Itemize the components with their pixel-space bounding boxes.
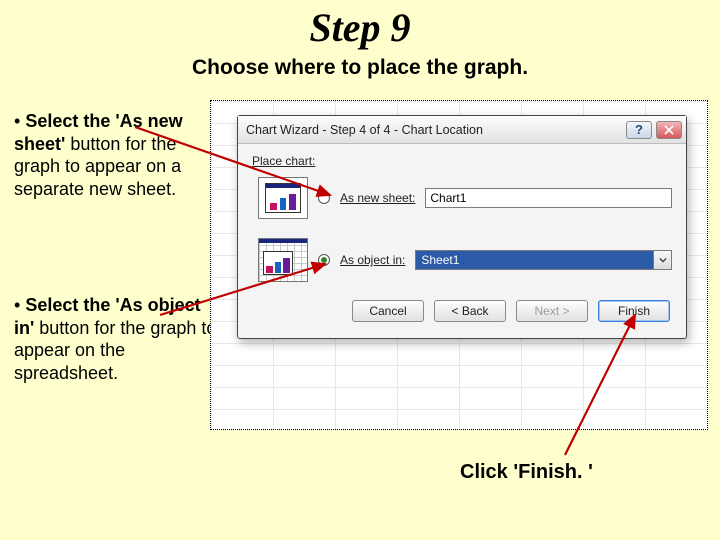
subtitle: Choose where to place the graph. [0,56,720,80]
radio-as-object-in[interactable] [318,254,330,266]
chevron-down-icon [653,251,671,269]
help-button[interactable]: ? [626,121,652,139]
next-button: Next > [516,300,588,322]
spreadsheet-area: Chart Wizard - Step 4 of 4 - Chart Locat… [210,100,708,430]
cancel-button[interactable]: Cancel [352,300,424,322]
chart-wizard-dialog: Chart Wizard - Step 4 of 4 - Chart Locat… [237,115,687,339]
option-as-object-row: As object in: Sheet1 [258,238,672,282]
back-button[interactable]: < Back [434,300,506,322]
dialog-body: Place chart: As new sheet: As object in:… [238,144,686,338]
close-button[interactable] [656,121,682,139]
dialog-title: Chart Wizard - Step 4 of 4 - Chart Locat… [246,123,622,137]
place-chart-label: Place chart: [252,154,672,168]
dialog-button-row: Cancel < Back Next > Finish [252,300,672,324]
new-sheet-name-input[interactable] [425,188,672,208]
instruction-2: • Select the 'As object in' button for t… [14,294,224,384]
step-title: Step 9 [0,4,720,51]
radio-as-new-sheet[interactable] [318,192,330,204]
radio-as-new-sheet-label: As new sheet: [340,191,415,205]
instruction-1: • Select the 'As new sheet' button for t… [14,110,214,200]
finish-button[interactable]: Finish [598,300,670,322]
dialog-titlebar: Chart Wizard - Step 4 of 4 - Chart Locat… [238,116,686,144]
instruction-finish: Click 'Finish. ' [460,460,593,485]
option-new-sheet-row: As new sheet: [258,176,672,220]
close-icon [664,125,674,135]
radio-as-object-in-label: As object in: [340,253,405,267]
object-sheet-value: Sheet1 [416,251,653,269]
chart-sheet-icon [258,177,308,219]
object-sheet-dropdown[interactable]: Sheet1 [415,250,672,270]
chart-object-icon [258,238,308,282]
